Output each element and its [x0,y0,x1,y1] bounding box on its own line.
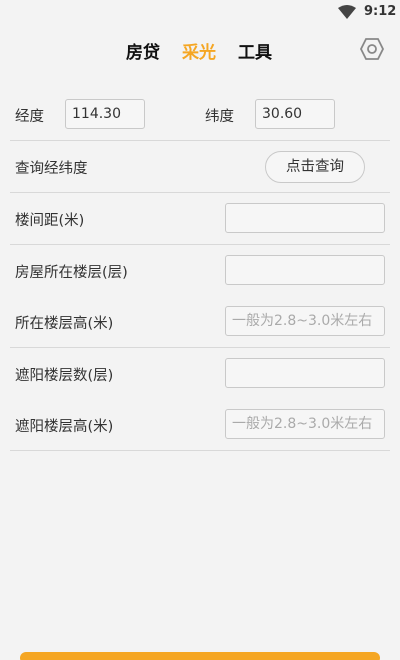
longitude-label: 经度 [15,109,44,125]
spacing-input[interactable] [225,203,385,233]
floor-height-row: 所在楼层高(米) 一般为2.8~3.0米左右 [10,296,390,348]
tab-daylight[interactable]: 采光 [182,38,216,63]
floor-height-label: 所在楼层高(米) [15,316,114,332]
query-button[interactable]: 点击查询 [265,151,365,183]
latitude-input[interactable]: 30.60 [255,99,335,129]
floor-label: 房屋所在楼层(层) [15,265,128,281]
status-bar: 9:12 [0,0,400,24]
settings-icon[interactable] [360,37,384,61]
longitude-input[interactable]: 114.30 [65,99,145,129]
shade-height-input[interactable]: 一般为2.8~3.0米左右 [225,409,385,439]
spacing-label: 楼间距(米) [15,213,85,229]
tab-tools[interactable]: 工具 [238,38,272,63]
status-time: 9:12 [364,4,397,19]
floor-input[interactable] [225,255,385,285]
spacing-row: 楼间距(米) [10,193,390,245]
wifi-icon [338,5,356,19]
floor-row: 房屋所在楼层(层) [10,245,390,297]
shade-floors-input[interactable] [225,358,385,388]
top-tabs: 房贷 采光 工具 [0,38,400,63]
query-label: 查询经纬度 [15,161,88,177]
latitude-label: 纬度 [205,109,234,125]
coords-row: 经度 114.30 纬度 30.60 [10,89,390,141]
shade-height-label: 遮阳楼层高(米) [15,419,114,435]
shade-floors-label: 遮阳楼层数(层) [15,368,114,384]
shade-height-row: 遮阳楼层高(米) 一般为2.8~3.0米左右 [10,399,390,451]
query-row: 查询经纬度 点击查询 [10,141,390,193]
calculate-button[interactable] [20,652,380,660]
tab-mortgage[interactable]: 房贷 [126,38,160,63]
floor-height-input[interactable]: 一般为2.8~3.0米左右 [225,306,385,336]
shade-floors-row: 遮阳楼层数(层) [10,348,390,400]
